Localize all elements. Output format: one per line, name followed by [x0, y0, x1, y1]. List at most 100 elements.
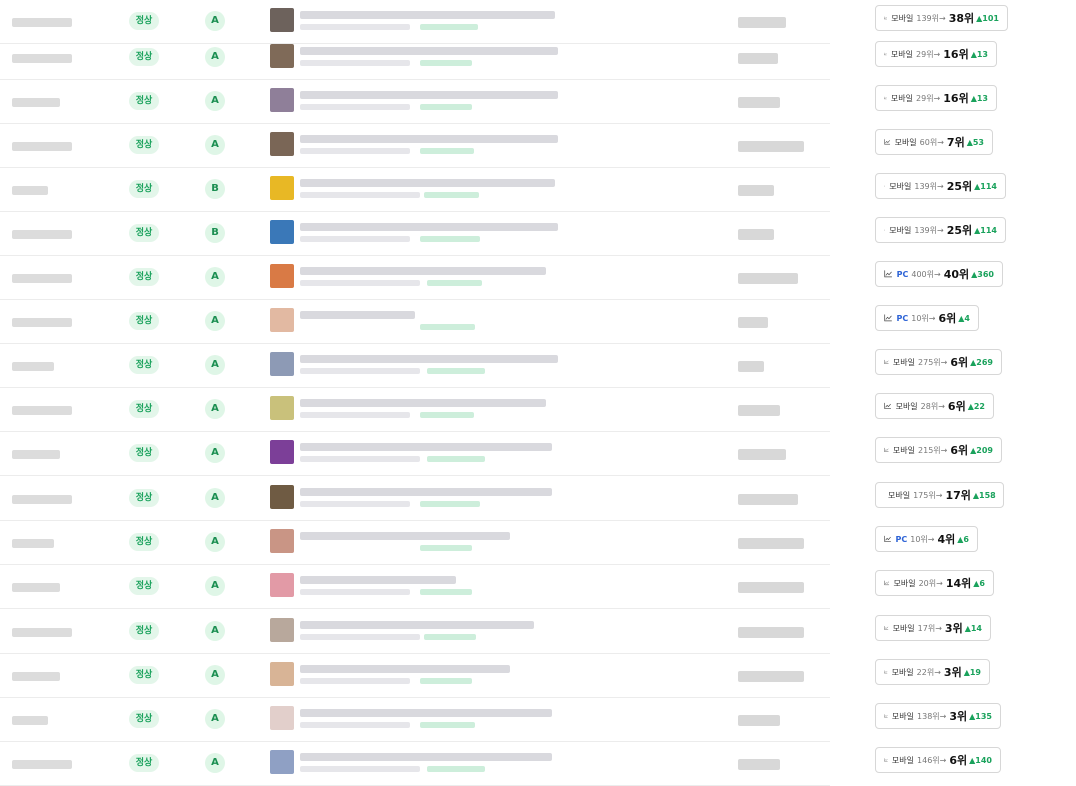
device-label: 모바일: [891, 755, 915, 765]
redacted-product-title[interactable]: [300, 399, 546, 407]
device-label: 모바일: [892, 445, 916, 455]
product-thumbnail[interactable]: [270, 706, 294, 730]
redacted-product-title[interactable]: [300, 223, 558, 231]
product-thumbnail[interactable]: [270, 352, 294, 376]
current-rank: 6위: [949, 754, 968, 767]
redacted-product-title[interactable]: [300, 179, 555, 187]
current-rank: 6위: [947, 400, 966, 413]
redacted-id: [12, 716, 48, 725]
current-rank: 6위: [950, 444, 969, 457]
redacted-product-title[interactable]: [300, 709, 552, 717]
redacted-product-title[interactable]: [300, 753, 552, 761]
previous-rank: 28위→: [920, 401, 945, 411]
product-thumbnail[interactable]: [270, 132, 294, 156]
line-chart-icon: [884, 758, 888, 762]
rank-history-button[interactable]: 모바일 139위→ 25위 ▲114: [875, 217, 1006, 243]
redacted-product-title[interactable]: [300, 267, 546, 275]
product-thumbnail[interactable]: [270, 750, 294, 774]
redacted-product-meta: [300, 60, 410, 66]
redacted-product-title[interactable]: [300, 47, 558, 55]
redacted-product-title[interactable]: [300, 621, 534, 629]
product-thumbnail[interactable]: [270, 264, 294, 288]
line-chart-icon: [884, 447, 889, 452]
redacted-product-title[interactable]: [300, 11, 555, 19]
redacted-product-meta: [300, 501, 410, 507]
rank-history-button[interactable]: PC 10위→ 6위 ▲4: [875, 305, 979, 331]
rank-history-button[interactable]: 모바일 60위→ 7위 ▲53: [875, 129, 993, 155]
product-thumbnail[interactable]: [270, 440, 294, 464]
product-thumbnail[interactable]: [270, 176, 294, 200]
product-thumbnail[interactable]: [270, 44, 294, 68]
product-thumbnail[interactable]: [270, 308, 294, 332]
rank-history-button[interactable]: 모바일 175위→ 17위 ▲158: [875, 482, 1004, 508]
redacted-product-meta: [300, 766, 420, 772]
redacted-id: [12, 98, 60, 107]
rank-history-button[interactable]: 모바일 139위→ 25위 ▲114: [875, 173, 1006, 199]
row-divider: [0, 475, 830, 476]
redacted-product-tag: [424, 192, 479, 198]
redacted-product-meta: [300, 456, 420, 462]
status-badge: 정상: [129, 577, 159, 595]
product-thumbnail[interactable]: [270, 485, 294, 509]
rank-change: ▲114: [974, 225, 997, 235]
rank-change: ▲135: [969, 711, 992, 721]
rank-history-button[interactable]: PC 400위→ 40위 ▲360: [875, 261, 1003, 287]
redacted-product-meta: [300, 722, 410, 728]
rank-history-button[interactable]: 모바일 29위→ 16위 ▲13: [875, 41, 997, 67]
status-badge: 정상: [129, 489, 159, 507]
line-chart-icon: [884, 402, 891, 409]
grade-badge: A: [205, 443, 225, 463]
product-thumbnail[interactable]: [270, 220, 294, 244]
grade-badge: B: [205, 179, 225, 199]
table-row: 정상 A 모바일 29위→ 16위 ▲13: [0, 36, 1076, 80]
redacted-product-title[interactable]: [300, 665, 510, 673]
line-chart-icon: [884, 16, 887, 20]
line-chart-icon: [884, 535, 891, 542]
rank-history-button[interactable]: 모바일 138위→ 3위 ▲135: [875, 703, 1001, 729]
redacted-product-title[interactable]: [300, 355, 558, 363]
redacted-id: [12, 495, 72, 504]
rank-history-button[interactable]: 모바일 275위→ 6위 ▲269: [875, 349, 1002, 375]
rank-history-button[interactable]: 모바일 139위→ 38위 ▲101: [875, 5, 1008, 31]
line-chart-icon: [884, 670, 888, 674]
rank-history-button[interactable]: 모바일 22위→ 3위 ▲19: [875, 659, 990, 685]
product-thumbnail[interactable]: [270, 8, 294, 32]
previous-rank: 139위→: [914, 181, 944, 191]
product-thumbnail[interactable]: [270, 88, 294, 112]
product-thumbnail[interactable]: [270, 662, 294, 686]
grade-badge: A: [205, 488, 225, 508]
redacted-product-title[interactable]: [300, 488, 552, 496]
previous-rank: 29위→: [916, 93, 941, 103]
redacted-product-tag: [420, 236, 480, 242]
rank-history-button[interactable]: 모바일 28위→ 6위 ▲22: [875, 393, 994, 419]
product-thumbnail[interactable]: [270, 573, 294, 597]
rank-history-button[interactable]: PC 10위→ 4위 ▲6: [875, 526, 978, 552]
redacted-product-title[interactable]: [300, 443, 552, 451]
redacted-product-meta: [300, 24, 410, 30]
redacted-product-meta: [300, 192, 420, 198]
redacted-product-tag: [420, 545, 472, 551]
product-thumbnail[interactable]: [270, 618, 294, 642]
grade-badge: A: [205, 576, 225, 596]
redacted-id: [12, 18, 72, 27]
redacted-id: [12, 539, 54, 548]
redacted-product-title[interactable]: [300, 135, 558, 143]
previous-rank: 275위→: [918, 357, 948, 367]
redacted-product-title[interactable]: [300, 532, 510, 540]
rank-history-button[interactable]: 모바일 17위→ 3위 ▲14: [875, 615, 991, 641]
rank-history-button[interactable]: 모바일 29위→ 16위 ▲13: [875, 85, 997, 111]
rank-history-button[interactable]: 모바일 146위→ 6위 ▲140: [875, 747, 1001, 773]
redacted-product-title[interactable]: [300, 576, 456, 584]
product-thumbnail[interactable]: [270, 529, 294, 553]
redacted-seller: [738, 671, 804, 682]
current-rank: 25위: [946, 180, 973, 193]
rank-history-button[interactable]: 모바일 215위→ 6위 ▲209: [875, 437, 1002, 463]
device-label: 모바일: [891, 13, 914, 23]
redacted-product-title[interactable]: [300, 91, 558, 99]
rank-history-button[interactable]: 모바일 20위→ 14위 ▲6: [875, 570, 994, 596]
rank-change: ▲14: [964, 623, 982, 633]
product-thumbnail[interactable]: [270, 396, 294, 420]
redacted-product-title[interactable]: [300, 311, 415, 319]
redacted-id: [12, 186, 48, 195]
redacted-product-meta: [300, 412, 410, 418]
